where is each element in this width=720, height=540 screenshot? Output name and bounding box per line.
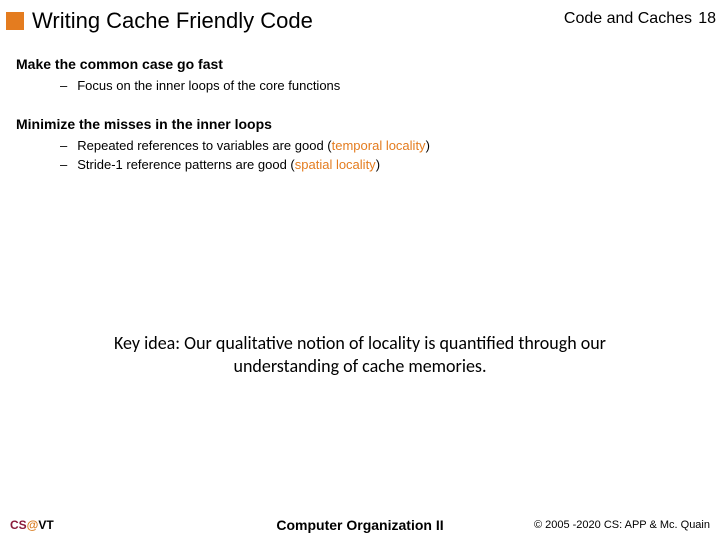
slide: Writing Cache Friendly Code Code and Cac… xyxy=(0,0,720,540)
bullet-pre: Stride-1 reference patterns are good ( xyxy=(77,157,295,172)
bullet-text: Repeated references to variables are goo… xyxy=(77,136,430,156)
logo-at: @ xyxy=(27,518,39,532)
heading-minimize-misses: Minimize the misses in the inner loops xyxy=(16,116,704,132)
bullet-post: ) xyxy=(426,138,430,153)
content-area: Make the common case go fast – Focus on … xyxy=(0,38,720,175)
list-item: – Repeated references to variables are g… xyxy=(60,136,704,156)
dash-icon: – xyxy=(60,76,67,96)
logo-cs: CS xyxy=(10,518,27,532)
footer-course-title: Computer Organization II xyxy=(276,517,443,533)
bullet-emphasis: spatial locality xyxy=(295,157,376,172)
bullet-list: – Repeated references to variables are g… xyxy=(60,136,704,175)
logo-vt: VT xyxy=(38,518,53,532)
list-item: – Focus on the inner loops of the core f… xyxy=(60,76,704,96)
page-number: 18 xyxy=(698,10,716,28)
footer: CS@VT Computer Organization II © 2005 -2… xyxy=(0,518,720,532)
title-marker-icon xyxy=(6,12,24,30)
footer-copyright: © 2005 -2020 CS: APP & Mc. Quain xyxy=(534,519,710,531)
dash-icon: – xyxy=(60,136,67,156)
bullet-list: – Focus on the inner loops of the core f… xyxy=(60,76,704,96)
bullet-text: Stride-1 reference patterns are good (sp… xyxy=(77,155,380,175)
list-item: – Stride-1 reference patterns are good (… xyxy=(60,155,704,175)
key-idea: Key idea: Our qualitative notion of loca… xyxy=(0,332,720,379)
dash-icon: – xyxy=(60,155,67,175)
bullet-text: Focus on the inner loops of the core fun… xyxy=(77,76,340,96)
bullet-emphasis: temporal locality xyxy=(332,138,426,153)
bullet-post: ) xyxy=(376,157,380,172)
bullet-pre: Repeated references to variables are goo… xyxy=(77,138,331,153)
footer-logo: CS@VT xyxy=(10,518,54,532)
heading-common-case: Make the common case go fast xyxy=(16,56,704,72)
section-label: Code and Caches xyxy=(564,10,692,28)
